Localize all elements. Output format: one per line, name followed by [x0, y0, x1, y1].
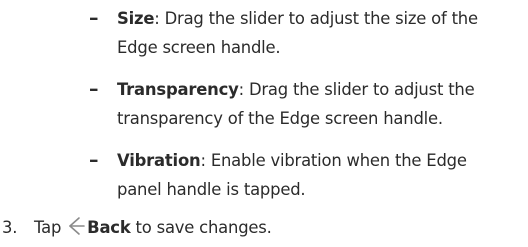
step-prefix: Tap [34, 218, 62, 237]
list-item-line: Transparency: Drag the slider to adjust … [117, 75, 521, 104]
step-suffix: to save changes. [130, 218, 272, 237]
list-item-line: Vibration: Enable vibration when the Edg… [117, 146, 521, 175]
list-item-term: Transparency [117, 80, 239, 99]
list-item-term: Size [117, 9, 155, 28]
back-action-label: Back [87, 218, 131, 237]
list-item-desc: Edge screen handle. [117, 38, 281, 57]
list-bullet: – [89, 7, 99, 29]
list-item-desc: Drag the slider to adjust the size of th… [164, 9, 478, 28]
back-arrow-icon [69, 217, 85, 235]
term-separator: : [154, 9, 165, 28]
step-3: 3. Tap Back to save changes. [0, 213, 528, 243]
term-separator: : [238, 80, 249, 99]
list-item-desc: Drag the slider to adjust the [248, 80, 475, 99]
list-bullet: – [89, 78, 99, 100]
list-item-term: Vibration [117, 151, 201, 170]
list-bullet: – [89, 149, 99, 171]
list-item-line: Size: Drag the slider to adjust the size… [117, 4, 521, 33]
step-number: 3. [2, 218, 18, 237]
list-item-line: Edge screen handle. [117, 33, 521, 62]
list-item-desc: panel handle is tapped. [117, 180, 306, 199]
document-page: – Size: Drag the slider to adjust the si… [0, 0, 528, 247]
list-item-desc: transparency of the Edge screen handle. [117, 109, 443, 128]
term-separator: : [200, 151, 211, 170]
step-instruction: Tap Back to save changes. [34, 213, 272, 243]
list-item-line: panel handle is tapped. [117, 175, 521, 204]
list-item-line: transparency of the Edge screen handle. [117, 104, 521, 133]
list-item-desc: Enable vibration when the Edge [210, 151, 467, 170]
